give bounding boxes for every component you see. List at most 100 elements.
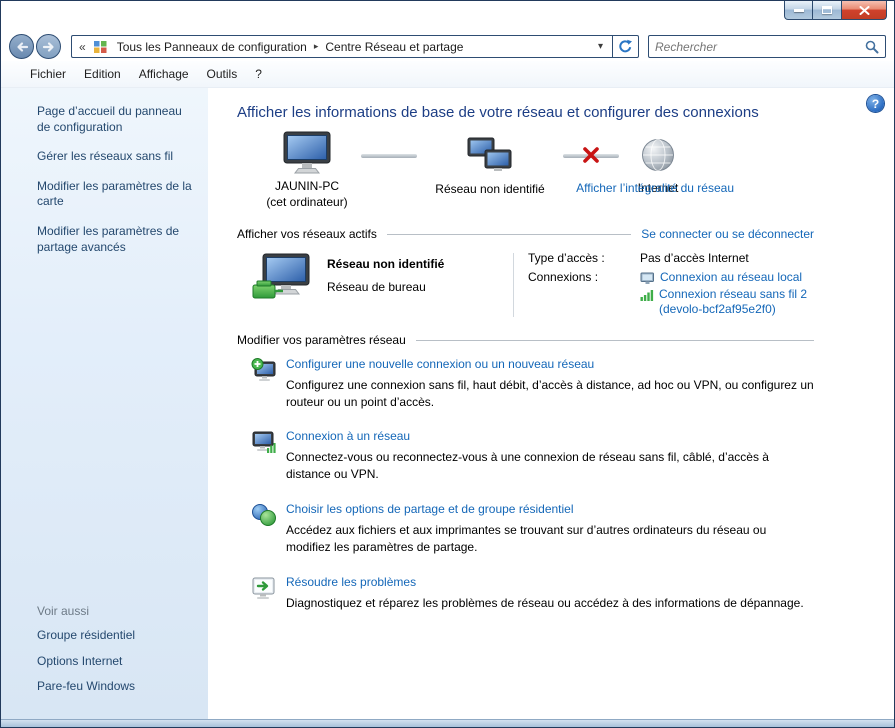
connect-network-icon xyxy=(252,431,276,454)
map-connector-broken xyxy=(563,147,619,163)
main-content: ? Afficher les informations de base de v… xyxy=(208,88,894,719)
window-chrome: « Tous les Panneaux de configuration ▸ C… xyxy=(1,1,894,61)
task-title-connect-to-network[interactable]: Connexion à un réseau xyxy=(286,429,814,443)
menu-edition[interactable]: Edition xyxy=(75,63,130,85)
window-body: Page d’accueil du panneau de configurati… xyxy=(1,88,894,719)
broken-connection-x-icon[interactable] xyxy=(581,145,601,168)
map-node-this-computer[interactable]: JAUNIN-PC (cet ordinateur) xyxy=(253,131,361,210)
network-icon xyxy=(467,137,512,171)
task-desc-troubleshoot: Diagnostiquez et réparez les problèmes d… xyxy=(286,595,804,610)
detail-labels: Type d’accès : Connexions : xyxy=(528,251,640,319)
maximize-button[interactable] xyxy=(813,1,841,20)
connections-label: Connexions : xyxy=(528,270,599,284)
network-map: JAUNIN-PC (cet ordinateur) Réseau non id… xyxy=(237,131,814,219)
control-panel-icon xyxy=(93,40,107,53)
sidebar-item-windows-firewall[interactable]: Pare-feu Windows xyxy=(37,679,197,695)
address-dropdown-icon[interactable]: ▾ xyxy=(594,41,607,52)
sidebar-item-change-adapter-settings[interactable]: Modifier les paramètres de la carte xyxy=(37,179,197,210)
task-desc-sharing-options: Accédez aux fichiers et aux imprimantes … xyxy=(286,522,767,554)
connection-link-wifi-label[interactable]: Connexion réseau sans fil 2 (devolo-bcf2… xyxy=(659,287,830,318)
search-input[interactable] xyxy=(655,39,865,54)
network-sharing-center-window: « Tous les Panneaux de configuration ▸ C… xyxy=(0,0,895,728)
new-connection-icon xyxy=(251,357,276,381)
back-button[interactable] xyxy=(9,34,34,59)
task-title-sharing-options[interactable]: Choisir les options de partage et de gro… xyxy=(286,502,814,516)
maximize-icon xyxy=(822,6,832,14)
sidebar: Page d’accueil du panneau de configurati… xyxy=(1,88,208,719)
breadcrumb-item-network-sharing-center[interactable]: Centre Réseau et partage xyxy=(319,38,469,56)
menu-outils[interactable]: Outils xyxy=(198,63,247,85)
wifi-signal-icon xyxy=(640,289,654,301)
refresh-button[interactable] xyxy=(612,35,639,58)
task-icon-cell xyxy=(237,575,286,612)
task-body: Choisir les options de partage et de gro… xyxy=(286,502,814,556)
minimize-button[interactable] xyxy=(784,1,813,20)
task-new-connection: Configurer une nouvelle connexion ou un … xyxy=(237,357,814,411)
see-full-map-link[interactable]: Afficher l’intégralité du réseau xyxy=(576,181,734,195)
sidebar-item-homegroup[interactable]: Groupe résidentiel xyxy=(37,628,197,644)
back-arrow-icon xyxy=(16,41,28,52)
task-body: Configurer une nouvelle connexion ou un … xyxy=(286,357,814,411)
forward-button[interactable] xyxy=(36,34,61,59)
active-network-type[interactable]: Réseau de bureau xyxy=(327,280,513,294)
address-bar[interactable]: « Tous les Panneaux de configuration ▸ C… xyxy=(71,35,612,58)
page-title: Afficher les informations de base de vot… xyxy=(237,104,759,121)
forward-arrow-icon xyxy=(42,41,54,52)
search-box[interactable] xyxy=(648,35,886,58)
map-node-network[interactable]: Réseau non identifié xyxy=(417,131,563,197)
navigation-bar: « Tous les Panneaux de configuration ▸ C… xyxy=(1,32,894,61)
access-type-value: Pas d’accès Internet xyxy=(640,251,749,265)
active-network-panel: Réseau non identifié Réseau de bureau Ty… xyxy=(251,251,814,319)
help-button[interactable]: ? xyxy=(867,95,884,112)
active-network-info: Réseau non identifié Réseau de bureau xyxy=(327,251,513,319)
sidebar-item-control-panel-home[interactable]: Page d’accueil du panneau de configurati… xyxy=(37,104,197,135)
menu-affichage[interactable]: Affichage xyxy=(130,63,198,85)
connection-link-lan-label[interactable]: Connexion au réseau local xyxy=(660,270,802,286)
menu-bar: Fichier Edition Affichage Outils ? xyxy=(1,61,894,88)
active-networks-header-label: Afficher vos réseaux actifs xyxy=(237,227,377,241)
map-pc-sublabel: (cet ordinateur) xyxy=(266,195,348,209)
task-icon-cell xyxy=(237,357,286,411)
sidebar-see-also: Voir aussi Groupe résidentiel Options In… xyxy=(1,604,208,719)
task-sharing-options: Choisir les options de partage et de gro… xyxy=(237,502,814,556)
header-rule xyxy=(386,234,632,235)
task-title-troubleshoot[interactable]: Résoudre les problèmes xyxy=(286,575,804,589)
task-body: Connexion à un réseau Connectez-vous ou … xyxy=(286,429,814,483)
header-rule xyxy=(415,339,814,341)
network-settings-header: Modifier vos paramètres réseau xyxy=(237,333,814,347)
active-network-icon-cell xyxy=(251,251,327,319)
menu-fichier[interactable]: Fichier xyxy=(21,63,75,85)
close-icon xyxy=(859,5,869,15)
search-icon[interactable] xyxy=(865,40,879,54)
connection-link-wifi[interactable]: Connexion réseau sans fil 2 (devolo-bcf2… xyxy=(640,287,830,318)
internet-globe-icon xyxy=(642,139,674,171)
task-body: Résoudre les problèmes Diagnostiquez et … xyxy=(286,575,804,612)
minimize-icon xyxy=(793,8,804,12)
task-icon-cell xyxy=(237,429,286,483)
lan-connection-icon xyxy=(640,272,654,284)
homegroup-sharing-icon xyxy=(252,503,276,526)
task-icon-cell xyxy=(237,502,286,556)
close-button[interactable] xyxy=(841,1,887,20)
window-bottom-frame xyxy=(1,719,894,727)
menu-aide[interactable]: ? xyxy=(246,63,271,85)
office-network-icon[interactable] xyxy=(251,253,313,305)
breadcrumb-overflow-chevron[interactable]: « xyxy=(79,40,86,54)
map-pc-label: JAUNIN-PC xyxy=(274,179,339,193)
task-title-new-connection[interactable]: Configurer une nouvelle connexion ou un … xyxy=(286,357,814,371)
connect-disconnect-link[interactable]: Se connecter ou se déconnecter xyxy=(641,227,814,241)
connection-link-lan[interactable]: Connexion au réseau local xyxy=(640,270,830,286)
sidebar-tasks: Page d’accueil du panneau de configurati… xyxy=(1,88,208,269)
task-desc-connect-to-network: Connectez-vous ou reconnectez-vous à une… xyxy=(286,450,769,482)
vertical-divider xyxy=(513,253,514,317)
active-network-details: Type d’accès : Connexions : Pas d’accès … xyxy=(528,251,830,319)
sidebar-item-advanced-sharing-settings[interactable]: Modifier les paramètres de partage avanc… xyxy=(37,224,197,255)
task-troubleshoot: Résoudre les problèmes Diagnostiquez et … xyxy=(237,575,814,612)
active-network-name[interactable]: Réseau non identifié xyxy=(327,257,513,271)
sidebar-item-internet-options[interactable]: Options Internet xyxy=(37,654,197,670)
map-network-label: Réseau non identifié xyxy=(435,182,545,196)
breadcrumb-item-all-control-panels[interactable]: Tous les Panneaux de configuration xyxy=(111,38,313,56)
window-controls xyxy=(784,1,887,20)
sidebar-item-manage-wireless[interactable]: Gérer les réseaux sans fil xyxy=(37,149,197,165)
computer-icon xyxy=(283,131,331,174)
